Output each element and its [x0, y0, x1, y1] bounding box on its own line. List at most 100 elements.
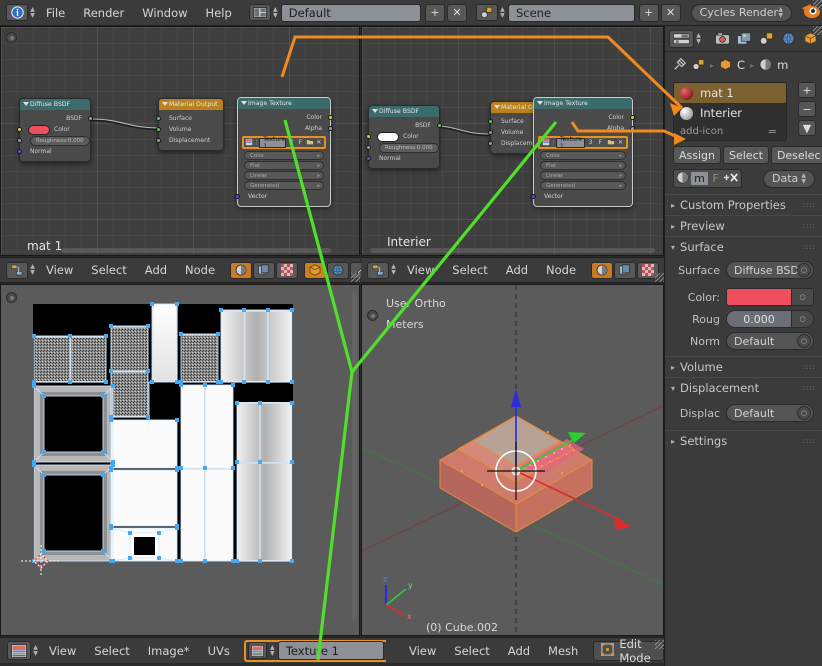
properties-tab-strip[interactable]	[712, 29, 821, 49]
node-header[interactable]: Image Texture	[534, 98, 632, 109]
uv-menu-view[interactable]: View	[40, 639, 85, 663]
link-mode-spinner[interactable]: ▲ ▼	[801, 172, 806, 185]
editor-type-spinner[interactable]: ▲ ▼	[31, 642, 40, 659]
screen-layout-selector[interactable]: ▲ ▼	[248, 4, 280, 21]
material-name-field[interactable]: m	[691, 172, 708, 185]
socket-normal-in[interactable]	[17, 149, 22, 154]
screen-layout-icon[interactable]	[248, 4, 271, 21]
material-slot-interier[interactable]: Interier	[674, 103, 786, 123]
object-cube-icon[interactable]	[719, 56, 732, 75]
editor-type-selector-props[interactable]: ▲ ▼	[669, 29, 703, 48]
scene-icon[interactable]	[475, 4, 498, 21]
screen-layout-spinner[interactable]: ▲ ▼	[271, 4, 280, 21]
roughness-slider[interactable]: Roughness: 0.000	[30, 135, 90, 146]
node-image-texture-left[interactable]: Image Texture Color Alpha ⋮ Texture 1 3 …	[235, 97, 333, 207]
editor-type-spinner[interactable]: ▲ ▼	[28, 262, 37, 279]
socket-color-out[interactable]	[630, 115, 635, 120]
editor-type-selector[interactable]: ▲ ▼	[6, 4, 37, 21]
collapse-triangle-icon[interactable]	[372, 109, 378, 113]
node-input-color[interactable]: Color	[366, 131, 439, 142]
image-unlink-icon[interactable]: ✕	[616, 139, 625, 146]
material-link-group[interactable]: m F	[673, 169, 742, 188]
view3d-menu-select[interactable]: Select	[445, 639, 498, 663]
menu-help[interactable]: Help	[197, 1, 241, 25]
image-datablock-selector[interactable]: ⋮ Texture 1 3 F ✕	[242, 136, 326, 150]
viewport-3d[interactable]: z y x User Ortho Meters (0) Cube.002	[361, 284, 664, 636]
node-input-vector[interactable]: Vector	[235, 191, 330, 202]
panel-grip-icon[interactable]: ::::	[803, 201, 816, 209]
node-output-alpha[interactable]: Alpha	[238, 123, 333, 134]
checker-texture-icon[interactable]	[276, 261, 299, 279]
horizontal-scrollbar-left[interactable]	[61, 248, 331, 253]
socket-bsdf-out[interactable]	[88, 116, 93, 121]
material-slot-specials[interactable]: add-icon =	[674, 123, 786, 140]
toolbar-toggle-left[interactable]	[6, 32, 17, 43]
properties-editor-icon[interactable]	[669, 29, 694, 48]
uv-image-name-field[interactable]: Texture 1	[277, 641, 384, 660]
node-menu-select-right[interactable]: Select	[443, 258, 496, 282]
image-fake-user-toggle[interactable]: F	[596, 139, 605, 146]
collapse-triangle-icon[interactable]	[23, 102, 29, 106]
viewport-3d-canvas[interactable]: z y x	[362, 285, 664, 636]
menu-window[interactable]: Window	[133, 1, 196, 25]
panel-grip-icon[interactable]: ::::	[803, 384, 816, 392]
add-material-slot-button[interactable]: +	[798, 82, 816, 98]
panel-custom-properties[interactable]: ▸ Custom Properties ::::	[665, 194, 822, 215]
socket-surface-in[interactable]	[488, 119, 493, 124]
collapse-triangle-icon[interactable]	[537, 101, 543, 105]
toolbar-toggle-uv[interactable]	[6, 292, 17, 303]
editor-type-spinner[interactable]: ▲ ▼	[694, 30, 703, 47]
view3d-menu-view[interactable]: View	[400, 639, 445, 663]
node-input-displacement[interactable]: Displacement	[156, 135, 223, 146]
roughness-value[interactable]: 0.000	[727, 311, 791, 327]
select-button[interactable]: Select	[723, 146, 769, 164]
node-header[interactable]: Diffuse BSDF	[369, 106, 439, 117]
interpolation-dropdown[interactable]: Linear	[540, 171, 626, 180]
link-socket-icon[interactable]: ○	[797, 263, 811, 277]
fake-user-toggle[interactable]: F	[710, 172, 721, 185]
link-mode-dropdown[interactable]: Data ▲ ▼	[763, 169, 815, 188]
interaction-mode-dropdown[interactable]: Edit Mode	[593, 637, 664, 665]
uv-layout-canvas[interactable]	[1, 285, 360, 636]
panel-volume[interactable]: ▸ Volume ::::	[665, 356, 822, 377]
panel-settings[interactable]: ▸ Settings ::::	[665, 430, 822, 451]
socket-volume-in[interactable]	[488, 130, 493, 135]
node-input-normal[interactable]: Normal	[17, 146, 90, 157]
color-space-dropdown[interactable]: Color	[540, 151, 626, 160]
node-menu-select-left[interactable]: Select	[82, 258, 135, 282]
editor-type-selector-node-right[interactable]: ▲ ▼	[367, 261, 398, 279]
node-input-roughness[interactable]: Roughness: 0.000	[366, 142, 439, 153]
node-material-output-left[interactable]: Material Output Surface Volume Displacem…	[156, 98, 224, 151]
scene-spinner[interactable]: ▲ ▼	[498, 4, 507, 21]
node-input-normal[interactable]: Normal	[366, 153, 439, 164]
node-input-roughness[interactable]: Roughness: 0.000	[17, 135, 90, 146]
panel-grip-icon[interactable]: ::::	[803, 243, 816, 251]
image-browse-icon[interactable]	[541, 137, 550, 148]
image-name-field[interactable]: Texture 1	[259, 136, 287, 150]
image-name-field[interactable]: Texture 1	[556, 136, 585, 150]
render-tab[interactable]	[712, 29, 733, 49]
render-engine-dropdown[interactable]: Cycles Render ▲ ▼	[690, 3, 792, 22]
node-menu-view-left[interactable]: View	[37, 258, 82, 282]
socket-normal-in[interactable]	[366, 156, 371, 161]
socket-surface-in[interactable]	[156, 116, 161, 121]
remove-material-slot-button[interactable]: −	[798, 101, 816, 117]
image-users-count[interactable]: 3	[586, 139, 595, 146]
node-menu-add-right[interactable]: Add	[497, 258, 537, 282]
panel-grip-icon[interactable]: ::::	[803, 222, 816, 230]
resize-handle-icon[interactable]: =	[768, 125, 777, 138]
collapse-triangle-icon[interactable]	[162, 102, 168, 106]
socket-alpha-out[interactable]	[630, 126, 635, 131]
surface-shader-dropdown[interactable]: Diffuse BSDF ○	[726, 261, 814, 279]
node-output-bsdf[interactable]: BSDF	[20, 113, 93, 124]
world-copy-icon[interactable]	[253, 261, 276, 279]
view3d-menu-mesh[interactable]: Mesh	[539, 639, 587, 663]
panel-preview[interactable]: ▸ Preview ::::	[665, 215, 822, 236]
view3d-menu-add[interactable]: Add	[499, 639, 539, 663]
delete-scene-button[interactable]: ✕	[660, 3, 681, 22]
world-copy-icon[interactable]	[614, 261, 637, 279]
node-diffuse-bsdf-left[interactable]: Diffuse BSDF BSDF Color Roughness: 0.000	[17, 98, 93, 162]
interpolation-dropdown[interactable]: Linear	[244, 171, 324, 180]
toolbar-toggle-3d[interactable]	[367, 310, 378, 321]
object-cube-icon[interactable]	[304, 261, 327, 279]
